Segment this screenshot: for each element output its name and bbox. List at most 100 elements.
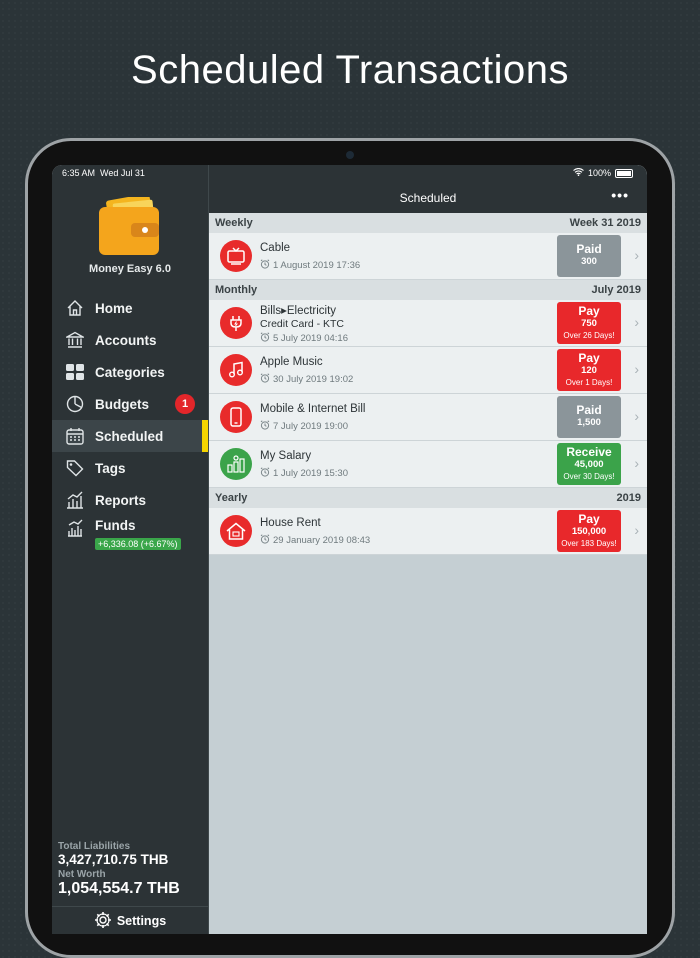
scheduled-row[interactable]: Bills▸Electricity Credit Card - KTC 5 Ju… (209, 300, 647, 347)
money-stack-icon (220, 448, 252, 480)
budgets-badge: 1 (175, 394, 195, 414)
transaction-date: 29 January 2019 08:43 (260, 534, 370, 547)
page-headline: Scheduled Transactions (131, 48, 569, 92)
music-note-icon (220, 354, 252, 386)
sidebar-item-reports[interactable]: Reports (52, 484, 208, 516)
scheduled-row[interactable]: House Rent 29 January 2019 08:43 Pay 150… (209, 508, 647, 555)
net-worth-value: 1,054,554.7 THB (58, 880, 180, 897)
status-indicators: 100% (573, 167, 633, 178)
scheduled-row[interactable]: Cable 1 August 2019 17:36 Paid 300 › (209, 233, 647, 280)
transaction-date-text: 1 July 2019 15:30 (273, 468, 349, 479)
section-period: July 2019 (591, 284, 641, 296)
transaction-name: House Rent (260, 517, 321, 529)
app-screen: 6:35 AM Wed Jul 31 Money Easy 6.0 Home A… (52, 165, 647, 934)
action-amount: 45,000 (574, 459, 604, 470)
chevron-right-icon: › (634, 522, 639, 538)
funds-change-badge: +6,336.08 (+6.67%) (95, 538, 181, 550)
transaction-date: 1 August 2019 17:36 (260, 259, 360, 272)
pay-button[interactable]: Pay 150,000 Over 183 Days! (557, 510, 621, 552)
sidebar-item-label: Funds (95, 518, 136, 533)
pie-icon (65, 394, 85, 414)
action-label: Pay (578, 512, 600, 526)
grid-icon (65, 362, 85, 382)
section-header: Monthly July 2019 (209, 280, 647, 300)
transaction-name: Apple Music (260, 356, 323, 368)
home-icon (65, 298, 85, 318)
transaction-date: 7 July 2019 19:00 (260, 420, 348, 433)
pay-button[interactable]: Pay 120 Over 1 Days! (557, 349, 621, 391)
main-panel: 100% Scheduled ••• Weekly Week 31 2019 C… (209, 165, 647, 934)
gear-icon (94, 911, 112, 932)
sidebar-item-funds[interactable]: Funds +6,336.08 (+6.67%) (52, 516, 208, 556)
tag-icon (65, 458, 85, 478)
sidebar-item-tags[interactable]: Tags (52, 452, 208, 484)
transaction-date-text: 30 July 2019 19:02 (273, 374, 354, 385)
action-amount: 750 (581, 318, 597, 329)
sidebar-item-label: Accounts (95, 332, 157, 348)
alarm-clock-icon (260, 467, 270, 480)
section-title: Monthly (215, 284, 258, 296)
transaction-name: Bills▸Electricity (260, 305, 337, 317)
paid-button[interactable]: Paid 300 (557, 235, 621, 277)
chart-icon (65, 490, 85, 510)
action-label: Pay (578, 351, 600, 365)
bank-icon (65, 330, 85, 350)
plug-icon (220, 307, 252, 339)
sidebar-item-accounts[interactable]: Accounts (52, 324, 208, 356)
sidebar-item-label: Home (95, 300, 133, 316)
receive-button[interactable]: Receive 45,000 Over 30 Days! (557, 443, 621, 485)
transaction-name: Mobile & Internet Bill (260, 403, 366, 415)
transaction-date: 1 July 2019 15:30 (260, 467, 348, 480)
sidebar-item-label: Scheduled (95, 428, 164, 444)
funds-icon (65, 518, 85, 538)
chevron-right-icon: › (634, 361, 639, 377)
transaction-date-text: 29 January 2019 08:43 (273, 535, 371, 546)
wallet-logo-icon (99, 197, 159, 255)
action-amount: 300 (581, 256, 597, 267)
scheduled-row[interactable]: Mobile & Internet Bill 7 July 2019 19:00… (209, 394, 647, 441)
house-icon (220, 515, 252, 547)
sidebar-item-home[interactable]: Home (52, 292, 208, 324)
overdue-note: Over 183 Days! (561, 539, 617, 548)
status-time: 6:35 AM (62, 168, 96, 178)
status-time-date: 6:35 AM Wed Jul 31 (62, 168, 145, 178)
calendar-icon (65, 426, 85, 446)
total-liabilities-value: 3,427,710.75 THB (58, 852, 169, 867)
app-name: Money Easy 6.0 (89, 263, 171, 275)
battery-icon (615, 168, 633, 178)
section-header: Yearly 2019 (209, 488, 647, 508)
alarm-clock-icon (260, 259, 270, 272)
chevron-right-icon: › (634, 455, 639, 471)
paid-button[interactable]: Paid 1,500 (557, 396, 621, 438)
transaction-date-text: 7 July 2019 19:00 (273, 421, 349, 432)
pay-button[interactable]: Pay 750 Over 26 Days! (557, 302, 621, 344)
battery-percent: 100% (587, 168, 611, 178)
transaction-account: Credit Card - KTC (260, 318, 345, 330)
chevron-right-icon: › (634, 314, 639, 330)
alarm-clock-icon (260, 534, 270, 547)
scheduled-row[interactable]: Apple Music 30 July 2019 19:02 Pay 120 O… (209, 347, 647, 394)
sidebar-item-label: Categories (95, 364, 165, 380)
sidebar-item-label: Reports (95, 492, 147, 508)
sidebar-item-categories[interactable]: Categories (52, 356, 208, 388)
transaction-date: 5 July 2019 04:16 (260, 332, 348, 345)
transaction-name: My Salary (260, 450, 312, 462)
overdue-note: Over 30 Days! (563, 472, 615, 481)
action-amount: 120 (581, 365, 597, 376)
chevron-right-icon: › (634, 247, 639, 263)
settings-button[interactable]: Settings (52, 906, 208, 934)
sidebar-item-budgets[interactable]: Budgets 1 (52, 388, 208, 420)
transaction-name: Cable (260, 242, 291, 254)
action-amount: 1,500 (577, 417, 601, 428)
section-period: 2019 (616, 492, 641, 504)
action-label: Receive (566, 445, 612, 459)
overdue-note: Over 26 Days! (563, 331, 615, 340)
sidebar-item-scheduled[interactable]: Scheduled (52, 420, 208, 452)
alarm-clock-icon (260, 420, 270, 433)
sidebar-item-label: Budgets (95, 396, 149, 412)
chevron-right-icon: › (634, 408, 639, 424)
transaction-date-text: 5 July 2019 04:16 (273, 333, 349, 344)
more-menu-button[interactable]: ••• (611, 187, 629, 203)
tv-icon (220, 240, 252, 272)
scheduled-row[interactable]: My Salary 1 July 2019 15:30 Receive 45,0… (209, 441, 647, 488)
